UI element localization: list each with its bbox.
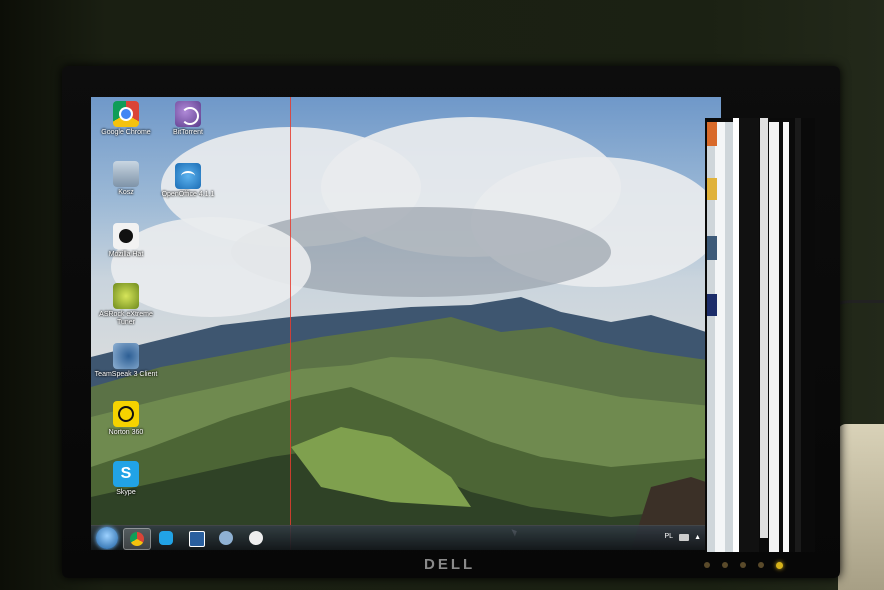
taskbar-app-button[interactable] (183, 528, 209, 548)
tray-language[interactable]: PL (664, 533, 673, 540)
tray-arrow-icon[interactable]: ▲ (694, 534, 701, 541)
power-led-icon[interactable] (776, 562, 783, 569)
monitor-buttons (704, 562, 783, 569)
monitor-button[interactable] (704, 562, 710, 568)
teamspeak-icon (219, 531, 233, 545)
start-button[interactable] (96, 527, 118, 549)
hat-icon (113, 223, 139, 249)
chrome-icon (130, 532, 144, 546)
norton-icon (113, 401, 139, 427)
asrock-icon (113, 283, 139, 309)
icon-label: ASRock eXtreme Tuner (99, 311, 153, 326)
desktop-icon-chrome[interactable]: Google Chrome (91, 101, 161, 137)
desktop-icon-hat[interactable]: Mozilla Hat (91, 223, 161, 259)
taskbar-chrome-button[interactable] (123, 528, 151, 550)
taskbar-skype-button[interactable] (153, 528, 179, 548)
desktop-icon-skype[interactable]: S Skype (91, 461, 161, 497)
chrome-icon (113, 101, 139, 127)
icon-label: BitTorrent (173, 129, 203, 136)
monitor-button[interactable] (740, 562, 746, 568)
icon-label: Google Chrome (101, 129, 151, 136)
monitor-button[interactable] (758, 562, 764, 568)
dead-pixel-line (290, 97, 291, 550)
desktop-icon-bittorrent[interactable]: BitTorrent (153, 101, 223, 137)
icon-label: Kosz (118, 189, 134, 196)
icon-label: Skype (116, 489, 136, 496)
desktop-icon-recycle-bin[interactable]: Kosz (91, 161, 161, 197)
hat-icon (249, 531, 263, 545)
taskbar-hat-button[interactable] (243, 528, 269, 548)
monitor-brand-logo: DELL (424, 556, 476, 573)
desktop-icon-teamspeak[interactable]: TeamSpeak 3 Client (91, 343, 161, 379)
screen-glitch-bars (705, 118, 815, 552)
speaker-box (838, 424, 884, 590)
desktop-icon-asrock[interactable]: ASRock eXtreme Tuner (91, 283, 161, 327)
bittorrent-icon (175, 101, 201, 127)
icon-label: OpenOffice 4.1.1 (161, 191, 215, 198)
desktop-screen: Google Chrome BitTorrent Kosz OpenOffice… (91, 97, 721, 550)
teamspeak-icon (113, 343, 139, 369)
taskbar: PL ▲ (91, 525, 721, 550)
desktop-icon-openoffice[interactable]: OpenOffice 4.1.1 (153, 163, 223, 199)
icon-label: Norton 360 (108, 429, 144, 436)
skype-icon (159, 531, 173, 545)
skype-icon: S (113, 461, 139, 487)
desktop-icon-norton[interactable]: Norton 360 (91, 401, 161, 437)
taskbar-teamspeak-button[interactable] (213, 528, 239, 548)
keyboard-icon[interactable] (679, 534, 689, 541)
icon-label: Mozilla Hat (108, 251, 144, 258)
app-icon (189, 531, 205, 547)
recycle-bin-icon (113, 161, 139, 187)
monitor-button[interactable] (722, 562, 728, 568)
openoffice-icon (175, 163, 201, 189)
icon-label: TeamSpeak 3 Client (94, 371, 158, 378)
